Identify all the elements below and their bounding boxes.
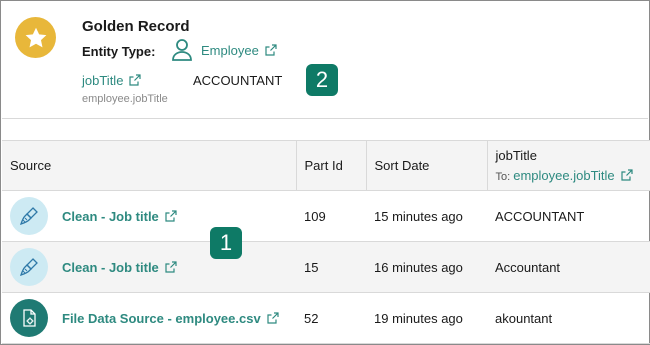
external-link-icon[interactable] [267, 311, 279, 324]
job-title-cell: Accountant [495, 259, 561, 275]
source-link[interactable]: File Data Source - employee.csv [62, 311, 279, 326]
source-cell: File Data Source - employee.csv [2, 293, 296, 344]
sort-date-cell: 15 minutes ago [374, 208, 463, 224]
sources-table: Source Part Id Sort Date jobTitle To: em… [2, 140, 650, 344]
source-cell: Clean - Job title [2, 191, 296, 242]
sort-date-cell: 16 minutes ago [374, 259, 463, 275]
external-link-icon[interactable] [165, 209, 177, 222]
entity-type-link[interactable]: Employee [201, 43, 277, 58]
source-name[interactable]: Clean - Job title [62, 209, 159, 224]
column-header-target: To: employee.jobTitle [496, 168, 650, 183]
page-title: Golden Record [82, 18, 190, 35]
entity-type-label: Entity Type: [82, 44, 156, 59]
target-label: To: [495, 171, 511, 183]
attribute-value: ACCOUNTANT [193, 73, 283, 88]
source-cell: Clean - Job title [2, 242, 296, 293]
column-header-job-title[interactable]: jobTitle To: employee.jobTitle [486, 140, 650, 191]
source-name[interactable]: Clean - Job title [62, 260, 159, 275]
external-link-icon[interactable] [265, 44, 277, 56]
sort-date-cell: 19 minutes ago [374, 310, 463, 326]
file-settings-icon [10, 299, 48, 337]
header-divider [2, 118, 648, 119]
source-link[interactable]: Clean - Job title [62, 209, 177, 224]
attribute-link[interactable]: jobTitle [82, 73, 142, 88]
star-icon [15, 17, 56, 58]
golden-record-panel: Golden Record Entity Type: Employee jobT… [0, 0, 650, 345]
attribute-name[interactable]: jobTitle [82, 73, 123, 88]
external-link-icon[interactable] [621, 169, 633, 181]
table-row[interactable]: Clean - Job title 15 16 minutes ago Acco… [2, 241, 650, 293]
column-header-sort-date[interactable]: Sort Date [365, 140, 487, 191]
target-link[interactable]: employee.jobTitle [513, 168, 614, 183]
table-header-row: Source Part Id Sort Date jobTitle To: em… [2, 140, 650, 191]
column-header-job-title-label: jobTitle [495, 148, 537, 163]
part-id-cell: 52 [304, 310, 319, 326]
job-title-cell: ACCOUNTANT [495, 208, 585, 224]
table-row[interactable]: Clean - Job title 109 15 minutes ago ACC… [2, 191, 650, 242]
cleaning-brush-icon [10, 248, 48, 286]
callout-badge-1: 1 [210, 227, 242, 259]
entity-type-link-text[interactable]: Employee [201, 43, 259, 58]
external-link-icon[interactable] [165, 260, 177, 273]
source-link[interactable]: Clean - Job title [62, 260, 177, 275]
column-header-part-id[interactable]: Part Id [295, 140, 366, 191]
table-row[interactable]: File Data Source - employee.csv 52 19 mi… [2, 293, 650, 344]
job-title-cell: akountant [495, 310, 553, 326]
attribute-path: employee.jobTitle [82, 93, 168, 105]
person-icon [171, 38, 193, 62]
cleaning-brush-icon [10, 197, 48, 235]
source-name[interactable]: File Data Source - employee.csv [62, 311, 261, 326]
part-id-cell: 15 [304, 259, 319, 275]
callout-badge-2: 2 [306, 64, 338, 96]
external-link-icon[interactable] [129, 74, 142, 86]
column-header-source[interactable]: Source [2, 141, 296, 191]
part-id-cell: 109 [304, 208, 326, 224]
